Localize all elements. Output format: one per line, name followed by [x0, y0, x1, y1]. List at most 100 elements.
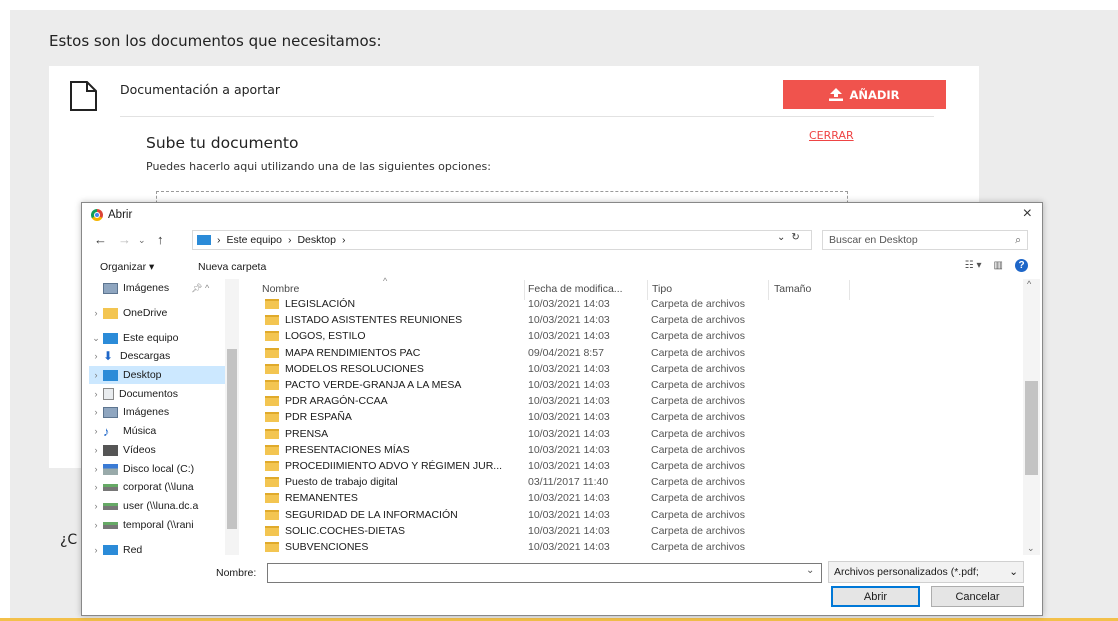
file-type-filter-value: Archivos personalizados (*.pdf;: [834, 566, 979, 578]
file-date: 10/03/2021 14:03: [528, 459, 610, 472]
file-row[interactable]: SEGURIDAD DE LA INFORMACIÓN 10/03/2021 14…: [265, 506, 1025, 522]
nav-item-imagenes-pinned[interactable]: Imágenes 📌︎ ^: [89, 279, 239, 297]
nav-scrollbar-thumb[interactable]: [227, 349, 237, 529]
close-link[interactable]: CERRAR: [809, 129, 854, 142]
nav-item-label: OneDrive: [123, 307, 168, 319]
scroll-up-icon[interactable]: ^: [1027, 279, 1031, 289]
file-row[interactable]: SUBVENCIONES 10/03/2021 14:03 Carpeta de a…: [265, 539, 1025, 555]
file-row[interactable]: PROCEDIIMIENTO ADVO Y RÉGIMEN JUR... 10/0…: [265, 458, 1025, 474]
file-name-dropdown-icon[interactable]: ⌄: [806, 565, 814, 576]
view-options-icon[interactable]: ☷ ▾: [965, 260, 982, 271]
address-dropdown-icon[interactable]: ⌄: [777, 232, 785, 243]
file-row[interactable]: Puesto de trabajo digital 03/11/2017 11:4…: [265, 474, 1025, 490]
file-row[interactable]: PDR ESPAÑA 10/03/2021 14:03 Carpeta de arc…: [265, 409, 1025, 425]
file-type: Carpeta de archivos: [651, 379, 745, 392]
file-type: Carpeta de archivos: [651, 298, 745, 311]
file-type: Carpeta de archivos: [651, 540, 745, 553]
file-row[interactable]: MODELOS RESOLUCIONES 10/03/2021 14:03 Carp…: [265, 361, 1025, 377]
nav-item-descargas[interactable]: › ⬇ Descargas: [89, 347, 239, 365]
close-icon[interactable]: ×: [1023, 205, 1032, 223]
refresh-icon[interactable]: ↻: [791, 232, 799, 243]
nav-item-corporat[interactable]: › corporat (\\luna: [89, 478, 239, 496]
back-arrow-icon[interactable]: ←: [94, 232, 107, 247]
folder-icon: [265, 380, 279, 391]
nav-item-label: Música: [123, 425, 157, 437]
address-bar[interactable]: › Este equipo › Desktop ›: [192, 230, 812, 250]
preview-pane-icon[interactable]: ▥: [994, 260, 1003, 271]
file-row[interactable]: SOLIC.COCHES-DIETAS 10/03/2021 14:03 Carpe…: [265, 523, 1025, 539]
file-date: 10/03/2021 14:03: [528, 362, 610, 375]
file-type: Carpeta de archivos: [651, 346, 745, 359]
drive-icon: [103, 463, 118, 475]
file-date: 09/04/2021 8:57: [528, 346, 604, 359]
file-name-input[interactable]: [267, 563, 822, 583]
file-name: REMANENTES: [285, 492, 358, 505]
column-header-size[interactable]: Tamaño: [774, 283, 811, 295]
file-type: Carpeta de archivos: [651, 314, 745, 327]
chrome-icon: [91, 209, 103, 221]
upload-icon: [829, 88, 844, 101]
nav-item-red[interactable]: › Red: [89, 541, 239, 555]
file-name: PRESENTACIONES MÍAS: [285, 443, 410, 456]
file-row[interactable]: REMANENTES 10/03/2021 14:03 Carpeta de arc…: [265, 490, 1025, 506]
nav-item-label: Desktop: [123, 369, 162, 381]
file-date: 10/03/2021 14:03: [528, 379, 610, 392]
nav-item-onedrive[interactable]: › OneDrive: [89, 304, 239, 322]
file-date: 10/03/2021 14:03: [528, 443, 610, 456]
file-row[interactable]: PACTO VERDE-GRANJA A LA MESA 10/03/2021 1…: [265, 377, 1025, 393]
column-header-date[interactable]: Fecha de modifica...: [528, 283, 623, 295]
file-type-filter-select[interactable]: Archivos personalizados (*.pdf; ⌄: [828, 561, 1024, 583]
search-input[interactable]: Buscar en Desktop ⌕: [822, 230, 1028, 250]
column-header-type[interactable]: Tipo: [652, 283, 672, 295]
nav-item-label: Descargas: [120, 350, 171, 362]
file-row[interactable]: MAPA RENDIMIENTOS PAC 09/04/2021 8:57 Carp…: [265, 345, 1025, 361]
column-header-name[interactable]: Nombre: [262, 283, 299, 295]
help-icon[interactable]: ?: [1015, 259, 1028, 272]
file-row[interactable]: LISTADO ASISTENTES REUNIONES 10/03/2021 1…: [265, 312, 1025, 328]
new-folder-button[interactable]: Nueva carpeta: [198, 261, 266, 273]
file-row[interactable]: LEGISLACIÓN 10/03/2021 14:03 Carpeta de ar…: [265, 296, 1025, 312]
folder-icon: [265, 315, 279, 326]
file-name: PROCEDIIMIENTO ADVO Y RÉGIMEN JUR...: [285, 459, 503, 472]
nav-item-documentos[interactable]: › Documentos: [89, 385, 239, 403]
file-row[interactable]: LOGOS, ESTILO 10/03/2021 14:03 Carpeta de …: [265, 328, 1025, 344]
file-list-scrollbar-thumb[interactable]: [1025, 381, 1038, 475]
nav-item-este-equipo[interactable]: ⌄ Este equipo: [89, 329, 239, 347]
nav-item-label: Red: [123, 544, 143, 555]
file-row[interactable]: PRESENTACIONES MÍAS 10/03/2021 14:03 Carpe…: [265, 442, 1025, 458]
document-icon: [70, 81, 97, 111]
partial-question-text: ¿C: [60, 532, 78, 548]
music-icon: ♪: [103, 423, 110, 439]
breadcrumb-separator: ›: [287, 234, 292, 246]
nav-item-videos[interactable]: › Vídeos: [89, 441, 239, 459]
file-name: PDR ARAGÓN-CCAA: [285, 395, 388, 408]
cancel-button[interactable]: Cancelar: [931, 586, 1024, 607]
open-button[interactable]: Abrir: [831, 586, 920, 607]
add-button[interactable]: AÑADIR: [783, 80, 946, 109]
nav-item-musica[interactable]: › ♪ Música: [89, 422, 239, 440]
recent-locations-chevron-icon[interactable]: ⌄: [138, 235, 146, 246]
file-name: SEGURIDAD DE LA INFORMACIÓN: [285, 508, 458, 521]
organize-button[interactable]: Organizar ▾: [100, 261, 154, 273]
nav-item-disco-local[interactable]: › Disco local (C:): [89, 460, 239, 478]
file-row[interactable]: PRENSA 10/03/2021 14:03 Carpeta de archivo…: [265, 426, 1025, 442]
breadcrumb-item[interactable]: Este equipo: [227, 234, 282, 246]
nav-item-temporal[interactable]: › temporal (\\rani: [89, 516, 239, 534]
sort-ascending-icon: ^: [383, 276, 388, 286]
up-arrow-icon[interactable]: ↑: [157, 232, 164, 247]
scroll-down-icon[interactable]: ⌄: [1027, 543, 1035, 554]
file-row[interactable]: PDR ARAGÓN-CCAA 10/03/2021 14:03 Carpeta d…: [265, 393, 1025, 409]
view-controls: ☷ ▾ ▥ ?: [965, 259, 1028, 272]
nav-item-label: Disco local (C:): [123, 463, 195, 475]
videos-icon: [103, 444, 118, 456]
file-type: Carpeta de archivos: [651, 330, 745, 343]
nav-item-imagenes[interactable]: › Imágenes: [89, 403, 239, 421]
breadcrumb-item[interactable]: Desktop: [297, 234, 336, 246]
file-type: Carpeta de archivos: [651, 476, 745, 489]
nav-item-desktop[interactable]: › Desktop: [89, 366, 239, 384]
file-type: Carpeta de archivos: [651, 524, 745, 537]
nav-item-user[interactable]: › user (\\luna.dc.a: [89, 497, 239, 515]
nav-item-label: user (\\luna.dc.a: [123, 500, 199, 512]
network-icon: [103, 544, 118, 555]
forward-arrow-icon[interactable]: →: [118, 232, 131, 247]
